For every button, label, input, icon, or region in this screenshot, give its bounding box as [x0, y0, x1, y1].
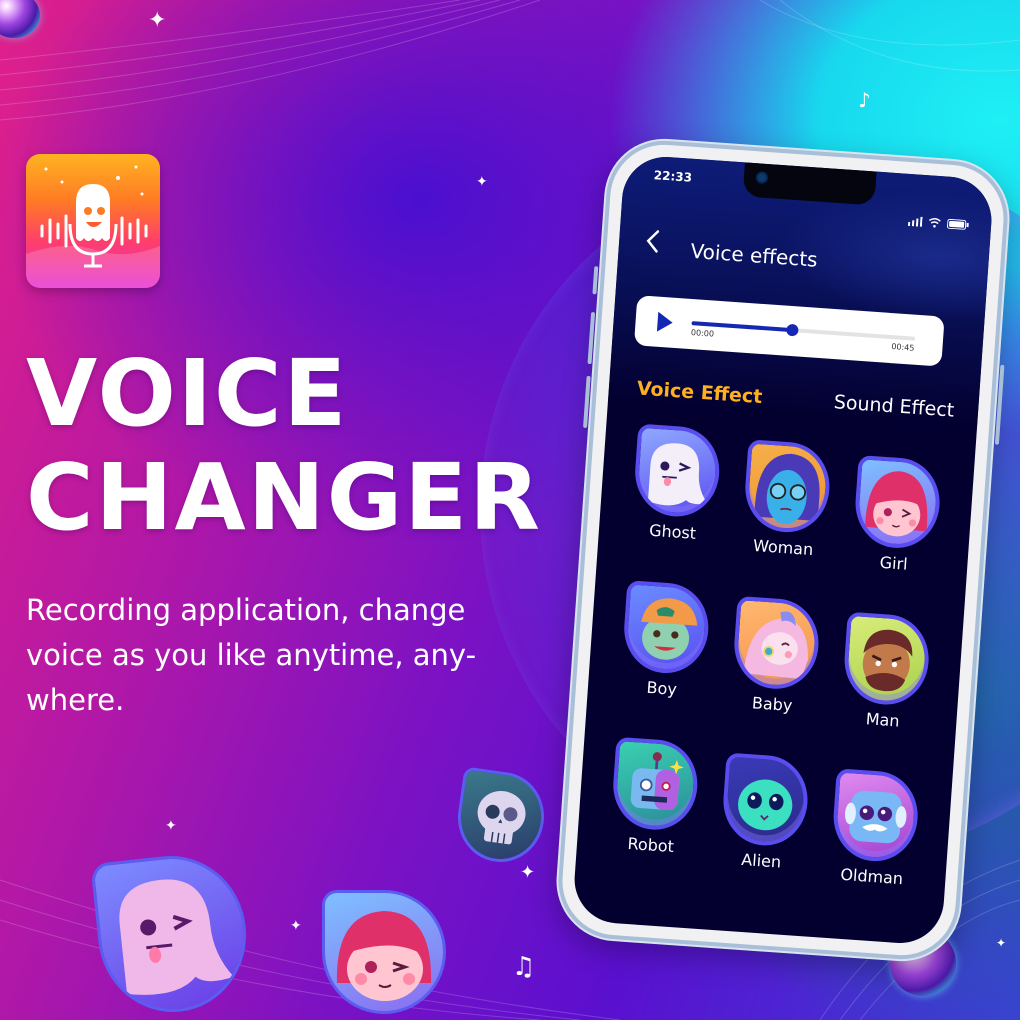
sparkle-icon: ✦: [290, 918, 302, 934]
current-time: 00:00: [690, 328, 715, 339]
effect-badge: [742, 439, 833, 535]
effects-grid: Ghost Woman Girl Boy Baby Man Robot Alie…: [593, 423, 957, 890]
effect-label: Ghost: [648, 520, 697, 543]
effect-badge: [852, 455, 943, 551]
effect-ghost[interactable]: Ghost: [615, 423, 735, 561]
wifi-icon: [928, 218, 941, 228]
effect-label: Robot: [626, 833, 675, 857]
music-note-icon: ♪: [858, 88, 871, 112]
baby-avatar-icon: [743, 611, 808, 680]
robot-avatar-icon: [630, 752, 684, 811]
effect-baby[interactable]: Baby: [715, 595, 835, 725]
ghost-avatar-icon: [647, 443, 708, 506]
alien-avatar-icon: [738, 779, 793, 831]
chevron-left-icon: [646, 230, 660, 253]
effect-badge: [720, 752, 811, 849]
effect-boy[interactable]: Boy: [604, 579, 724, 717]
effect-label: Girl: [879, 552, 909, 574]
effect-label: Boy: [645, 677, 678, 699]
effect-label: Alien: [740, 849, 782, 872]
girl-avatar-icon: [336, 911, 432, 1001]
effect-label: Man: [865, 709, 901, 731]
phone-screen: 22:33 Voice effects 00:00 00:45 Voice Ef…: [571, 154, 995, 946]
hero-title: VOICE CHANGER: [26, 342, 542, 550]
battery-icon: [946, 218, 969, 230]
effect-badge: [841, 611, 932, 708]
effect-badge: [609, 736, 701, 833]
girl-avatar-icon: [865, 471, 928, 537]
sparkle-icon: ✦: [996, 936, 1007, 950]
play-icon: [656, 311, 673, 332]
floating-ghost-badge: [90, 848, 254, 1020]
back-button[interactable]: [642, 228, 664, 255]
effect-label: Woman: [752, 535, 814, 560]
effect-robot[interactable]: Robot: [593, 736, 713, 874]
app-icon: [26, 154, 160, 288]
ghost-microphone-icon: [26, 165, 160, 288]
floating-girl-badge: [322, 890, 446, 1014]
progress-track[interactable]: [691, 321, 916, 341]
sparkle-icon: ✦: [520, 862, 536, 883]
effect-woman[interactable]: Woman: [726, 438, 846, 568]
sparkle-icon: ✦: [165, 818, 177, 834]
camera-icon: [757, 173, 767, 182]
effect-label: Oldman: [839, 864, 904, 889]
signal-icon: [907, 216, 923, 227]
woman-avatar-icon: [754, 453, 820, 525]
effect-badge: [620, 580, 711, 676]
effect-badge: [731, 595, 822, 692]
oldman-avatar-icon: [845, 790, 907, 844]
phone-mockup: 22:33 Voice effects 00:00 00:45 Voice Ef…: [554, 136, 1012, 964]
effect-alien[interactable]: Alien: [705, 752, 825, 882]
hero-title-line1: VOICE: [26, 340, 349, 447]
hero-title-line2: CHANGER: [26, 444, 542, 551]
skull-avatar-icon: [477, 790, 526, 845]
sparkle-icon: ✦: [476, 174, 488, 190]
ghost-avatar-icon: [119, 879, 234, 995]
progress-thumb[interactable]: [785, 323, 799, 337]
music-note-icon: ♫: [512, 952, 536, 982]
floating-skull-badge: [452, 766, 550, 868]
play-button[interactable]: [655, 311, 674, 334]
effect-oldman[interactable]: Oldman: [816, 767, 935, 889]
status-time: 22:33: [653, 168, 693, 185]
man-avatar-icon: [863, 629, 913, 692]
bubble-icon: [0, 0, 40, 38]
effect-man[interactable]: Man: [827, 611, 946, 733]
effect-girl[interactable]: Girl: [837, 454, 956, 576]
effect-label: Baby: [751, 693, 794, 716]
effect-badge: [631, 423, 722, 520]
boy-avatar-icon: [640, 598, 697, 660]
effect-badge: [830, 768, 922, 864]
sparkle-icon: ✦: [148, 8, 167, 33]
hero-subtitle: Recording application, change voice as y…: [26, 593, 477, 717]
total-time: 00:45: [891, 342, 915, 353]
